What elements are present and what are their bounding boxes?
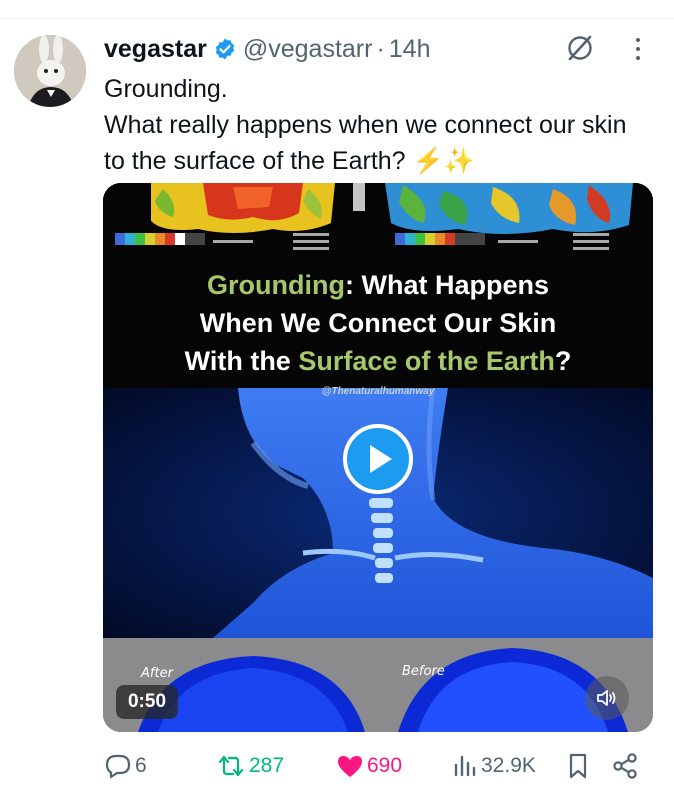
views-icon — [454, 755, 476, 777]
retweet-button[interactable]: 287 — [216, 750, 284, 782]
timestamp[interactable]: 14h — [389, 35, 431, 64]
retweet-count: 287 — [249, 754, 285, 777]
top-divider — [0, 18, 674, 19]
caption-green-word: Grounding — [207, 270, 345, 300]
tweet-actions: 6 287 690 32.9K — [104, 750, 649, 782]
user-handle[interactable]: @vegastarr — [243, 35, 373, 64]
reply-count: 6 — [135, 754, 147, 777]
tweet-text-line2: What really happens when we connect our … — [104, 111, 627, 175]
caption-line2: When We Connect Our Skin — [199, 308, 557, 338]
video-duration: 0:50 — [116, 685, 178, 719]
lightning-emoji: ⚡ — [412, 147, 444, 175]
like-button[interactable]: 690 — [336, 750, 402, 782]
caption-line3: With the Surface of the Earth? — [103, 342, 653, 380]
retweet-icon — [218, 755, 244, 777]
caption-green-phrase: Surface of the Earth — [298, 346, 555, 376]
rabbit-avatar-image — [14, 35, 86, 107]
views-button[interactable]: 32.9K — [452, 750, 536, 782]
display-name[interactable]: vegastar — [104, 35, 207, 64]
before-label: Before — [402, 664, 445, 679]
after-label: After — [141, 666, 173, 681]
watermark-text: @Thenaturalhumanway — [321, 386, 435, 397]
caption-line1: Grounding: What Happens — [103, 266, 653, 304]
caption-line3-end: ? — [554, 346, 572, 376]
avatar[interactable] — [14, 35, 86, 107]
tweet-text: Grounding. What really happens when we c… — [104, 71, 644, 179]
video-player[interactable]: Grounding: What Happens When We Connect … — [103, 183, 653, 732]
bookmark-icon — [569, 753, 587, 779]
before-after-panel — [103, 638, 653, 732]
caption-line3-start: With the — [184, 346, 299, 376]
reply-button[interactable]: 6 — [104, 750, 147, 782]
verified-badge-icon — [215, 38, 235, 60]
video-caption: Grounding: What Happens When We Connect … — [103, 266, 653, 380]
grok-icon[interactable] — [564, 32, 596, 64]
reply-icon — [105, 754, 131, 779]
volume-icon — [597, 690, 616, 706]
like-count: 690 — [367, 754, 403, 777]
thermal-image-strip — [103, 183, 653, 268]
bookmark-button[interactable] — [566, 750, 593, 782]
tweet-text-line1: Grounding. — [104, 75, 228, 103]
heart-icon — [338, 756, 362, 777]
caption-line1-rest: : What Happens — [344, 270, 549, 300]
tweet-header: vegastar @vegastarr · 14h — [104, 33, 431, 65]
share-button[interactable] — [612, 750, 643, 782]
sparkles-emoji: ✨ — [443, 147, 475, 175]
tweet-text-body: What really happens when we connect our … — [104, 107, 644, 179]
mute-button[interactable] — [585, 676, 629, 720]
play-icon[interactable] — [342, 423, 414, 495]
more-icon[interactable] — [628, 34, 648, 64]
view-count: 32.9K — [481, 754, 536, 777]
separator-dot: · — [376, 34, 385, 63]
share-icon — [613, 753, 637, 779]
